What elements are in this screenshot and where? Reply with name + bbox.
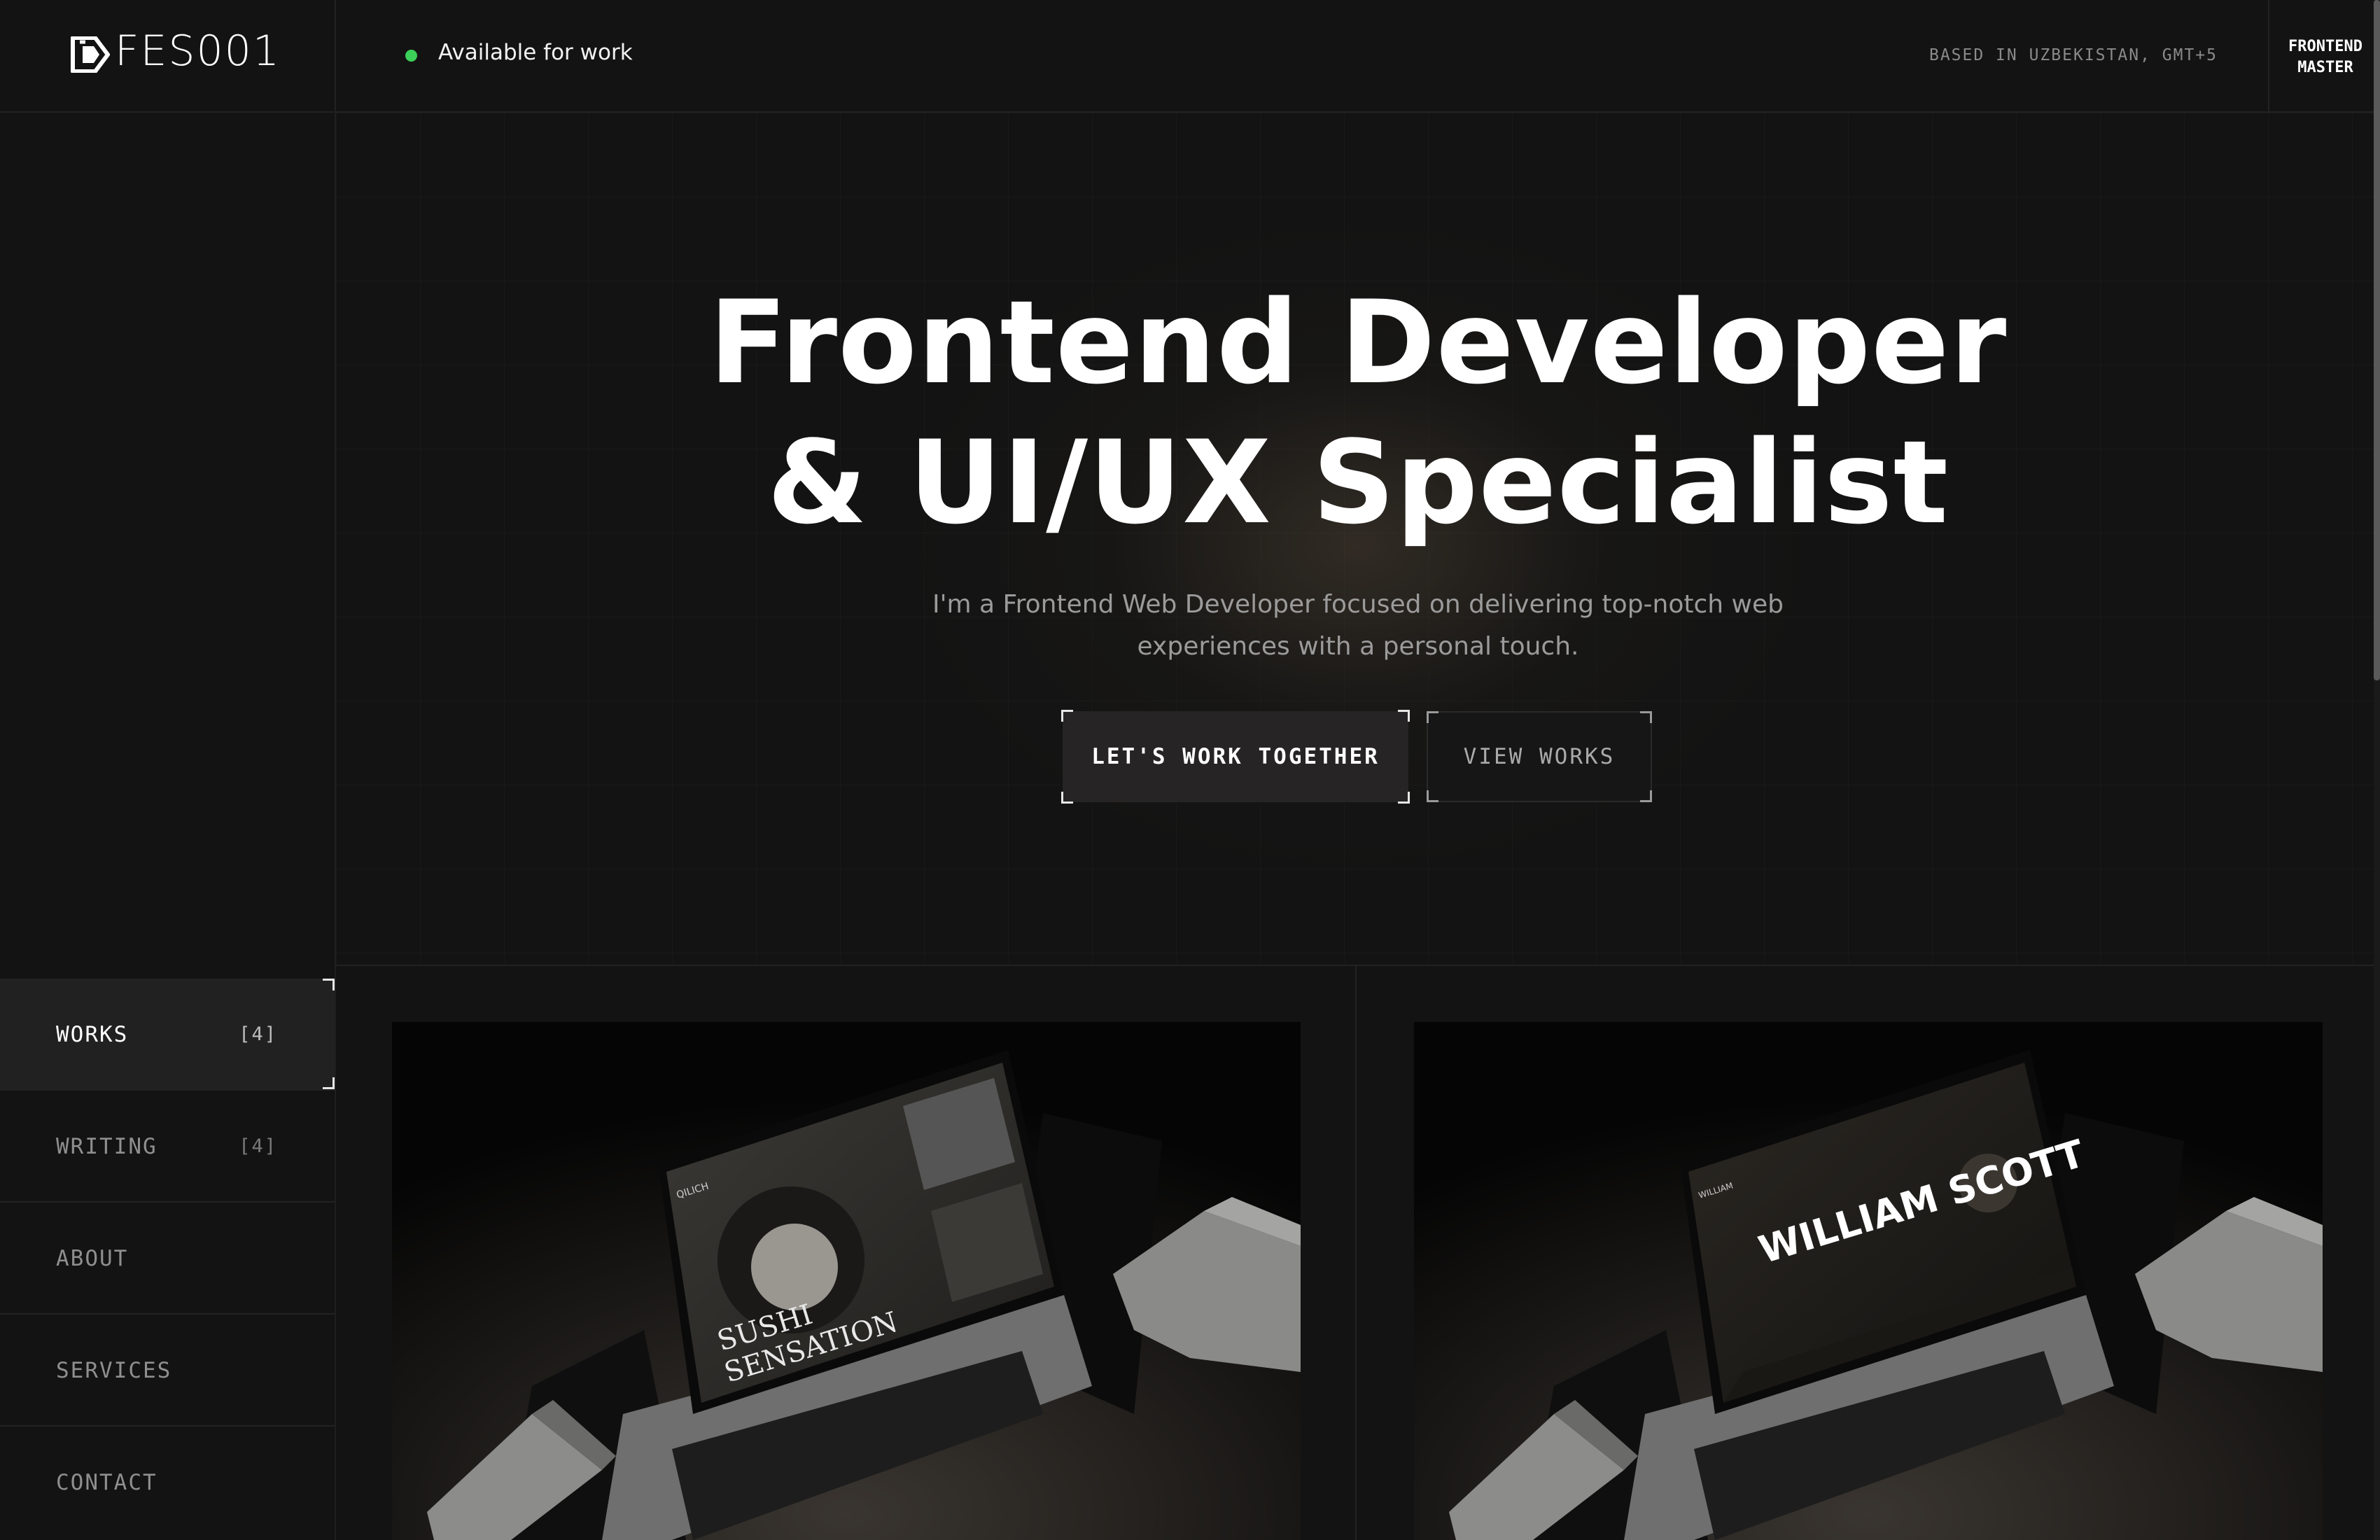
active-corner-bracket bbox=[323, 1077, 335, 1089]
view-works-button[interactable]: VIEW WORKS bbox=[1427, 711, 1652, 802]
section-nav: WORKS [4] WRITING [4] ABOUT SERVICES CON… bbox=[0, 979, 335, 1539]
work-card-william-scott[interactable]: WILLIAM SCOTT WILLIAM bbox=[1414, 1022, 2323, 1540]
active-corner-bracket bbox=[323, 979, 335, 990]
nav-label: SERVICES bbox=[56, 1358, 172, 1383]
hero-title: Frontend Developer & UI/UX Specialist bbox=[336, 273, 2380, 553]
nav-label: WRITING bbox=[56, 1134, 158, 1159]
works-column-divider bbox=[1355, 966, 1357, 1540]
hero-title-line-1: Frontend Developer bbox=[708, 276, 2008, 410]
nav-item-works[interactable]: WORKS [4] bbox=[0, 979, 335, 1091]
logo-mark-icon bbox=[71, 36, 110, 73]
site-header: FES001 Available for work BASED IN UZBEK… bbox=[0, 0, 2380, 113]
logo-text: FES001 bbox=[115, 27, 281, 76]
laptop-mockup-image: SUSHI SENSATION QILICH bbox=[392, 1022, 1301, 1540]
nav-count: [4] bbox=[239, 1135, 277, 1157]
secondary-button-label: VIEW WORKS bbox=[1463, 744, 1616, 769]
primary-button-label: LET'S WORK TOGETHER bbox=[1091, 744, 1380, 769]
nav-item-about[interactable]: ABOUT bbox=[0, 1203, 335, 1315]
page-scrollbar[interactable] bbox=[2374, 0, 2380, 1540]
badge-label: FRONTEND MASTER bbox=[2288, 38, 2362, 76]
location-text: BASED IN UZBEKISTAN, GMT+5 bbox=[1928, 46, 2218, 64]
corner-bracket bbox=[1640, 790, 1652, 802]
frontend-master-badge[interactable]: FRONTEND MASTER bbox=[2268, 0, 2380, 111]
corner-bracket bbox=[1427, 790, 1438, 802]
nav-label: CONTACT bbox=[56, 1470, 158, 1495]
nav-item-services[interactable]: SERVICES bbox=[0, 1315, 335, 1427]
work-card-sushi-sensation[interactable]: SUSHI SENSATION QILICH bbox=[392, 1022, 1301, 1540]
laptop-mockup-image: WILLIAM SCOTT WILLIAM bbox=[1414, 1022, 2323, 1540]
nav-item-writing[interactable]: WRITING [4] bbox=[0, 1091, 335, 1203]
nav-count: [4] bbox=[239, 1023, 277, 1045]
hero-bottom-divider bbox=[335, 965, 2374, 966]
hero-title-line-2: & UI/UX Specialist bbox=[766, 416, 1949, 550]
logo[interactable]: FES001 bbox=[0, 0, 336, 111]
availability-status-dot bbox=[405, 50, 417, 62]
corner-bracket bbox=[1061, 792, 1073, 804]
lets-work-together-button[interactable]: LET'S WORK TOGETHER bbox=[1061, 710, 1410, 804]
nav-label: ABOUT bbox=[56, 1246, 129, 1271]
corner-bracket bbox=[1398, 710, 1410, 722]
corner-bracket bbox=[1061, 710, 1073, 722]
nav-item-contact[interactable]: CONTACT bbox=[0, 1427, 335, 1539]
availability-text: Available for work bbox=[438, 40, 633, 65]
hero-subtitle: I'm a Frontend Web Developer focused on … bbox=[932, 590, 1784, 661]
corner-bracket bbox=[1427, 711, 1438, 723]
corner-bracket bbox=[1398, 792, 1410, 804]
nav-label: WORKS bbox=[56, 1022, 129, 1047]
corner-bracket bbox=[1640, 711, 1652, 723]
